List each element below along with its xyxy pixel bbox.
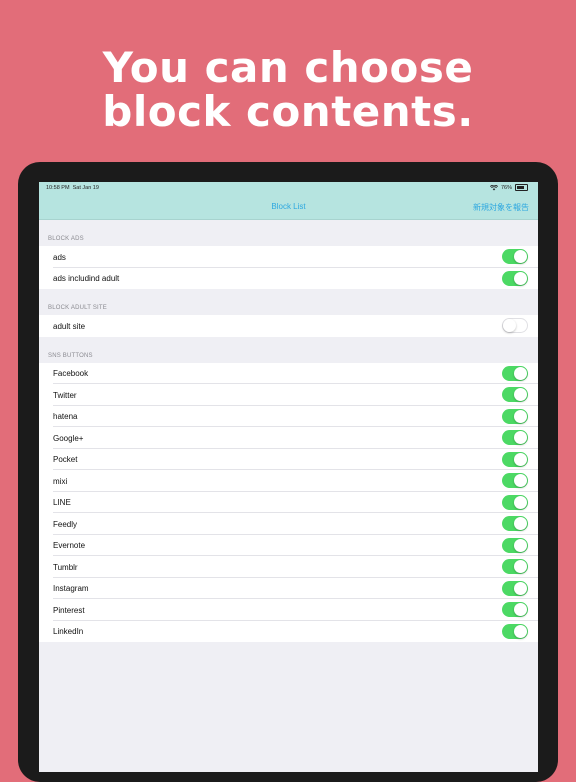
row-label: Google+ [53, 433, 84, 443]
row-label: Evernote [53, 541, 86, 550]
toggle-switch[interactable] [502, 408, 528, 424]
table-row: Facebook [39, 362, 538, 384]
toggle-switch[interactable] [502, 318, 528, 333]
status-time-text: 10:58 PM [46, 185, 70, 191]
table-row: Pocket [39, 448, 538, 470]
row-label: ads [53, 252, 66, 262]
section-header-sns-buttons: SNS BUTTONS [39, 337, 538, 363]
promo-headline: You can choose block contents. [0, 46, 576, 134]
status-indicators: 76% [489, 184, 528, 191]
table-row: Evernote [39, 534, 538, 556]
status-time: 10:58 PM Sat Jan 19 [46, 185, 99, 191]
tablet-screen: 10:58 PM Sat Jan 19 76% Block List 新規対象を… [39, 182, 538, 772]
table-row: Feedly [39, 513, 538, 535]
block-list-table: BLOCK ADS ads ads includind adult BLOCK A… [39, 220, 538, 642]
navigation-bar: Block List 新規対象を報告 [39, 194, 538, 220]
section-block-adult-site: adult site [39, 315, 538, 337]
toggle-switch[interactable] [502, 473, 528, 488]
section-header-block-adult-site: BLOCK ADULT SITE [39, 289, 538, 315]
toggle-switch[interactable] [502, 430, 528, 445]
toggle-knob [514, 366, 527, 380]
toggle-knob [514, 517, 527, 530]
table-row: ads includind adult [39, 267, 538, 289]
toggle-switch[interactable] [502, 580, 528, 596]
table-row: Google+ [39, 427, 538, 449]
toggle-switch[interactable] [502, 249, 528, 264]
toggle-switch[interactable] [502, 451, 528, 467]
report-new-target-button[interactable]: 新規対象を報告 [473, 202, 529, 213]
section-block-ads: ads ads includind adult [39, 246, 538, 289]
table-row: mixi [39, 470, 538, 492]
toggle-knob [514, 250, 527, 263]
row-label: Twitter [53, 390, 77, 400]
toggle-knob [514, 581, 527, 595]
headline-line-1: You can choose [102, 43, 474, 92]
nav-title: Block List [271, 202, 306, 211]
row-label: Tumblr [53, 562, 78, 572]
table-row: Tumblr [39, 556, 538, 578]
section-header-block-ads: BLOCK ADS [39, 220, 538, 246]
row-label: Facebook [53, 369, 89, 378]
toggle-switch[interactable] [502, 387, 528, 402]
status-bar: 10:58 PM Sat Jan 19 76% [39, 182, 538, 194]
table-row: LinkedIn [39, 620, 538, 642]
table-row: LINE [39, 491, 538, 513]
section-sns-buttons: Facebook Twitter hatena Google+ Pocket mixi LI… [39, 362, 538, 642]
section-header-label: BLOCK ADS [48, 236, 84, 242]
wifi-icon [489, 184, 498, 190]
status-date-text: Sat Jan 19 [72, 185, 99, 191]
toggle-knob [514, 409, 527, 423]
row-label: hatena [53, 412, 78, 421]
toggle-knob [514, 624, 527, 638]
row-label: Pocket [53, 455, 78, 464]
toggle-knob [514, 603, 527, 616]
row-label: ads includind adult [53, 274, 120, 283]
toggle-knob [503, 319, 516, 332]
toggle-knob [514, 431, 527, 444]
row-label: mixi [53, 476, 68, 486]
toggle-switch[interactable] [502, 494, 528, 510]
toggle-knob [514, 474, 527, 487]
toggle-knob [514, 388, 527, 401]
table-row: hatena [39, 405, 538, 427]
toggle-switch[interactable] [502, 537, 528, 553]
toggle-knob [514, 271, 527, 285]
table-row: Twitter [39, 384, 538, 406]
row-label: LINE [53, 498, 71, 507]
toggle-switch[interactable] [502, 365, 528, 381]
toggle-switch[interactable] [502, 559, 528, 574]
row-label: Pinterest [53, 605, 85, 615]
table-row: Pinterest [39, 599, 538, 621]
toggle-switch[interactable] [502, 623, 528, 639]
toggle-knob [514, 538, 527, 552]
row-label: adult site [53, 321, 86, 331]
toggle-switch[interactable] [502, 270, 528, 286]
row-label: LinkedIn [53, 627, 84, 636]
row-label: Instagram [53, 584, 89, 593]
toggle-knob [514, 452, 527, 466]
toggle-knob [514, 495, 527, 509]
battery-icon [515, 184, 528, 191]
section-header-label: BLOCK ADULT SITE [48, 305, 107, 311]
table-row: Instagram [39, 577, 538, 599]
table-row: adult site [39, 315, 538, 337]
table-row: ads [39, 246, 538, 268]
toggle-switch[interactable] [502, 602, 528, 617]
row-label: Feedly [53, 519, 78, 529]
section-header-label: SNS BUTTONS [48, 352, 93, 359]
toggle-knob [514, 560, 527, 573]
headline-line-2: block contents. [102, 87, 474, 136]
toggle-switch[interactable] [502, 516, 528, 531]
battery-percent: 76% [500, 184, 512, 191]
